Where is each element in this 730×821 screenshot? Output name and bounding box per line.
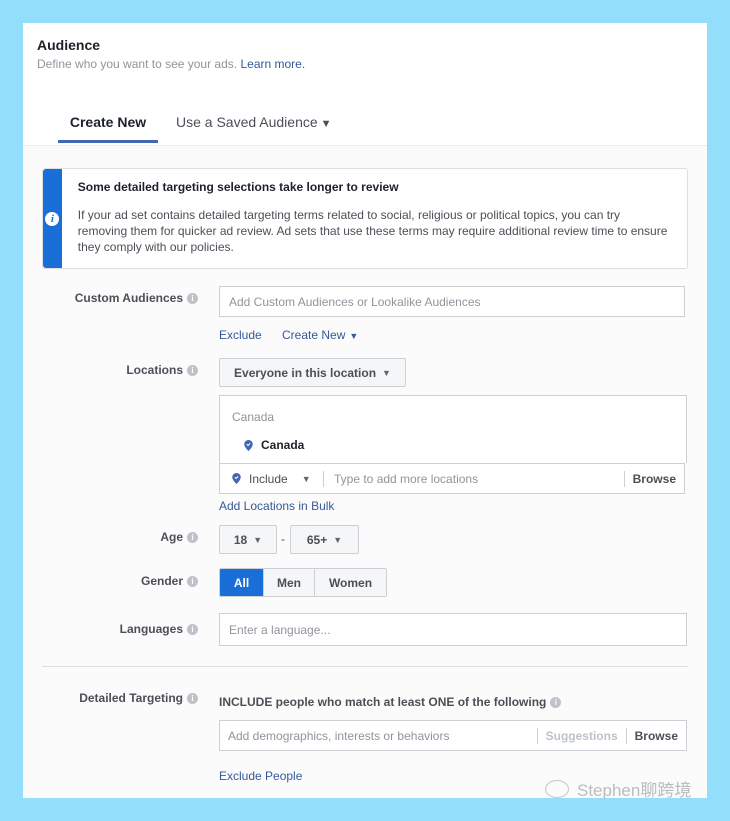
custom-audiences-input[interactable]: Add Custom Audiences or Lookalike Audien… (219, 286, 685, 317)
gender-selector: All Men Women (219, 568, 387, 597)
info-icon[interactable]: i (187, 693, 198, 704)
languages-input[interactable]: Enter a language... (219, 613, 687, 646)
add-location-bar: Include ▼ Type to add more locations Brow… (219, 463, 685, 494)
location-pin-icon (244, 439, 253, 451)
languages-label: Languages i (23, 622, 198, 636)
caret-down-icon: ▼ (349, 331, 359, 341)
caret-down-icon: ▼ (301, 473, 311, 484)
gender-label: Gender i (23, 574, 198, 588)
caret-down-icon: ▼ (382, 367, 391, 378)
location-pin-icon (232, 473, 241, 484)
notice-text: If your ad set contains detailed targeti… (77, 208, 668, 254)
gender-all-button[interactable]: All (220, 569, 263, 596)
wechat-icon (545, 779, 569, 798)
notice-accent: i (43, 169, 62, 268)
info-icon[interactable]: i (550, 697, 562, 708)
tab-divider (23, 145, 707, 146)
suggestions-button[interactable]: Suggestions (538, 729, 626, 743)
info-icon[interactable]: i (187, 624, 198, 635)
selected-locations-box: Canada Canada (219, 395, 687, 463)
location-type-dropdown[interactable]: Everyone in this location ▼ (219, 358, 406, 387)
watermark: Stephen聊跨境 (545, 776, 691, 801)
age-max-dropdown[interactable]: 65+ ▼ (290, 525, 359, 554)
detailed-targeting-input[interactable]: Add demographics, interests or behaviors (220, 729, 537, 743)
location-group-header: Canada (232, 410, 275, 424)
info-icon[interactable]: i (187, 576, 198, 587)
tab-saved-audience[interactable]: Use a Saved Audience ▼ (168, 113, 340, 143)
gender-men-button[interactable]: Men (263, 569, 314, 596)
header: Audience Define who you want to see your… (37, 37, 305, 71)
info-icon: i (45, 211, 60, 226)
age-min-dropdown[interactable]: 18 ▼ (219, 525, 277, 554)
age-separator: - (281, 532, 285, 546)
section-divider (42, 666, 688, 667)
add-locations-bulk-link[interactable]: Add Locations in Bulk (219, 499, 334, 513)
tab-create-new[interactable]: Create New (58, 113, 158, 143)
review-notice: i Some detailed targeting selections tak… (42, 168, 688, 269)
locations-label: Locations i (23, 363, 198, 377)
browse-locations-button[interactable]: Browse (625, 472, 684, 486)
info-icon[interactable]: i (187, 293, 198, 304)
selected-location[interactable]: Canada (244, 438, 304, 452)
location-search-input[interactable]: Type to add more locations (324, 472, 624, 486)
info-icon[interactable]: i (187, 365, 198, 376)
create-new-dropdown[interactable]: Create New ▼ (282, 328, 358, 342)
detailed-targeting-heading: INCLUDE people who match at least ONE of… (219, 695, 562, 709)
info-icon[interactable]: i (187, 532, 198, 543)
notice-title: Some detailed targeting selections take … (77, 180, 399, 194)
caret-down-icon: ▼ (253, 534, 263, 545)
detailed-targeting-bar: Add demographics, interests or behaviors… (219, 720, 687, 751)
page-subtitle: Define who you want to see your ads. Lea… (37, 57, 306, 71)
age-label: Age i (23, 530, 198, 544)
caret-down-icon: ▼ (333, 534, 343, 545)
gender-women-button[interactable]: Women (314, 569, 386, 596)
browse-targeting-button[interactable]: Browse (627, 729, 686, 743)
exclude-people-link[interactable]: Exclude People (219, 769, 302, 783)
caret-down-icon: ▼ (320, 118, 332, 130)
include-dropdown[interactable]: Include ▼ (220, 464, 323, 493)
audience-panel: Audience Define who you want to see your… (23, 23, 707, 798)
page-title: Audience (37, 37, 101, 53)
custom-audiences-label: Custom Audiences i (23, 291, 198, 305)
audience-tabs: Create New Use a Saved Audience ▼ (58, 113, 340, 143)
exclude-link[interactable]: Exclude (219, 328, 262, 342)
detailed-targeting-label: Detailed Targeting i (23, 691, 198, 705)
learn-more-link[interactable]: Learn more. (240, 57, 305, 71)
